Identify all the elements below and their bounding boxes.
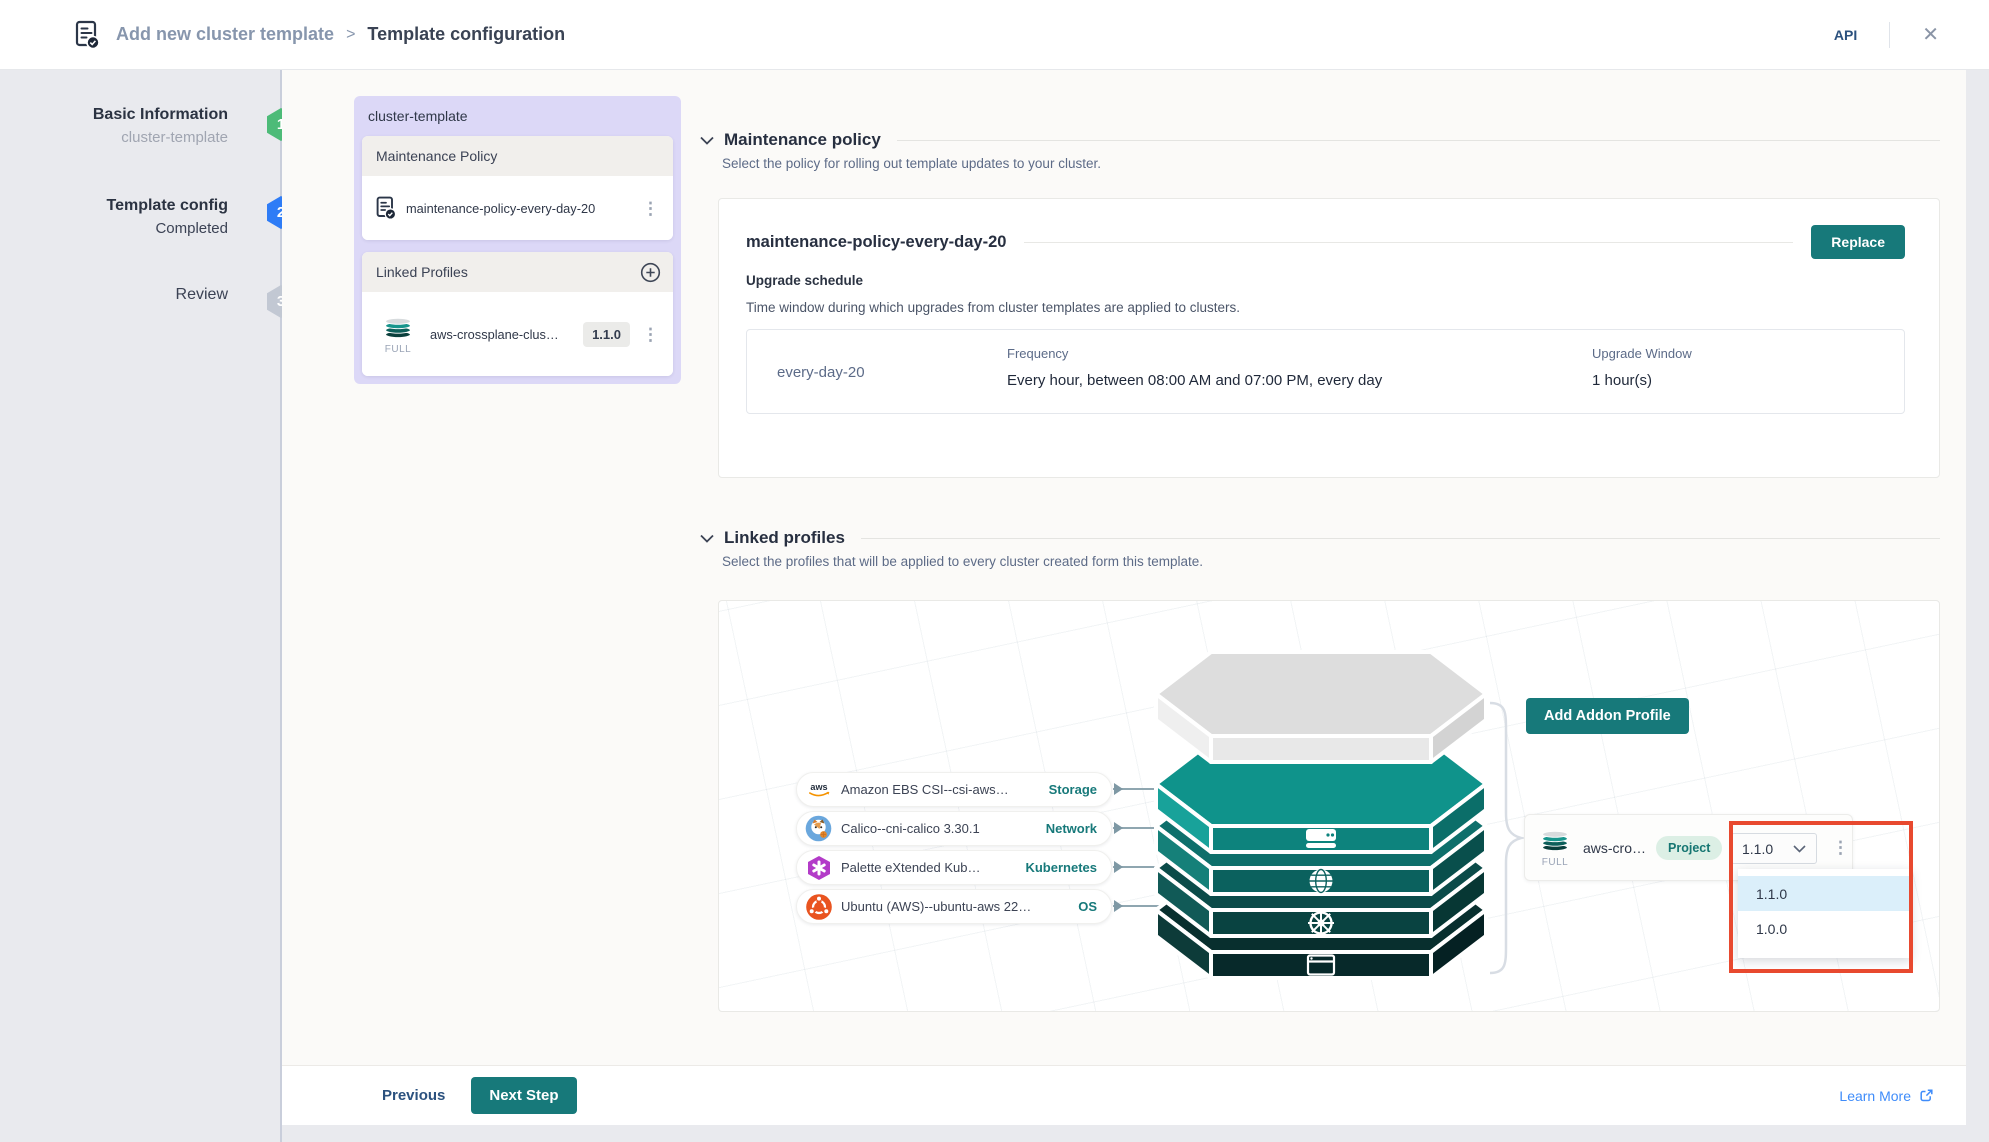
layer-type-tag: OS (1078, 899, 1097, 914)
profile-item-kebab-icon[interactable]: ⋮ (638, 326, 663, 343)
maintenance-policy-section-header: Maintenance policy (700, 130, 1940, 150)
step-subtitle: Completed (107, 220, 229, 237)
calico-logo-icon (805, 815, 832, 842)
profile-layers-icon (383, 314, 413, 341)
version-option[interactable]: 1.0.0 (1738, 911, 1911, 946)
layer-type-tag: Kubernetes (1025, 860, 1097, 875)
upgrade-schedule-heading: Upgrade schedule (746, 273, 863, 288)
group-header-label: Linked Profiles (376, 264, 468, 280)
profile-context-badge: Project (1656, 836, 1722, 860)
policy-rule (1024, 242, 1793, 243)
layer-label: Calico--cni-calico 3.30.1 (841, 821, 1040, 836)
ubuntu-logo-icon (805, 893, 832, 920)
layer-pill-kubernetes[interactable]: Palette eXtended Kub… Kubernetes (796, 850, 1112, 885)
wizard-footer: Previous Next Step Learn More (282, 1065, 1966, 1125)
step-title: Template config (107, 197, 229, 215)
learn-more-label: Learn More (1839, 1088, 1911, 1104)
cluster-template-doc-icon (75, 20, 100, 50)
profile-item-label: aws-crossplane-clus… (430, 327, 575, 342)
group-header-label: Maintenance Policy (376, 148, 497, 164)
breadcrumb-wizard-title[interactable]: Add new cluster template (116, 24, 334, 45)
layer-label: Amazon EBS CSI--csi-aws… (841, 782, 1043, 797)
upgrade-schedule-description: Time window during which upgrades from c… (746, 300, 1240, 315)
previous-button[interactable]: Previous (382, 1087, 445, 1104)
svg-text:aws: aws (810, 782, 827, 792)
upgrade-window-value: 1 hour(s) (1592, 372, 1652, 389)
layer-type-tag: Network (1046, 821, 1097, 836)
frequency-value: Every hour, between 08:00 AM and 07:00 P… (1007, 372, 1382, 389)
header-bar: Add new cluster template > Template conf… (0, 0, 1989, 70)
maintenance-policy-card: maintenance-policy-every-day-20 Replace … (718, 198, 1940, 478)
step-template-config[interactable]: Template config Completed (107, 197, 229, 237)
template-tree-panel: cluster-template Maintenance Policy main… (354, 96, 681, 384)
profile-layers-icon (1540, 827, 1570, 854)
kubernetes-layer-icon (1308, 910, 1334, 936)
stack-brace (1488, 701, 1524, 975)
step-review[interactable]: Review (176, 286, 228, 304)
cluster-stack-diagram (1121, 646, 1521, 986)
step-basic-information[interactable]: Basic Information cluster-template (93, 106, 228, 146)
linked-profiles-group-header: Linked Profiles (362, 252, 673, 292)
wizard-step-rail: Basic Information cluster-template Templ… (0, 70, 282, 1142)
add-profile-plus-icon[interactable] (640, 262, 661, 283)
policy-doc-icon (376, 196, 396, 220)
tree-root-label: cluster-template (368, 108, 673, 124)
external-link-icon (1919, 1088, 1934, 1103)
version-dropdown-menu: 1.1.0 1.0.0 (1738, 869, 1911, 958)
layer-pill-network[interactable]: Calico--cni-calico 3.30.1 Network (796, 811, 1112, 846)
network-layer-icon (1310, 870, 1333, 893)
step-subtitle: cluster-template (93, 129, 228, 146)
palette-xks-logo-icon (805, 854, 832, 881)
linked-profile-item[interactable]: FULL aws-crossplane-clus… 1.1.0 ⋮ (362, 292, 673, 376)
linked-profiles-card: aws Amazon EBS CSI--csi-aws… Storage Cal… (718, 600, 1940, 1012)
layer-pill-storage[interactable]: aws Amazon EBS CSI--csi-aws… Storage (796, 772, 1112, 807)
schedule-name: every-day-20 (777, 330, 865, 415)
learn-more-link[interactable]: Learn More (1839, 1088, 1934, 1104)
section-rule (861, 538, 1940, 539)
version-option[interactable]: 1.1.0 (1738, 876, 1911, 911)
aws-logo-icon: aws (805, 776, 832, 803)
linked-profiles-section-header: Linked profiles (700, 528, 1940, 548)
linked-profiles-section-subtitle: Select the profiles that will be applied… (722, 554, 1203, 569)
breadcrumb-current-step: Template configuration (367, 24, 565, 45)
add-addon-profile-button[interactable]: Add Addon Profile (1526, 698, 1689, 734)
version-dropdown[interactable]: 1.1.0 (1731, 833, 1817, 864)
schedule-row: every-day-20 Frequency Every hour, betwe… (746, 329, 1905, 414)
profile-version-chip: 1.1.0 (583, 322, 630, 347)
maintenance-policy-group-header: Maintenance Policy (362, 136, 673, 176)
selected-version: 1.1.0 (1742, 841, 1773, 857)
profile-scope-label: FULL (385, 344, 411, 355)
frequency-label: Frequency (1007, 346, 1068, 361)
api-link[interactable]: API (1834, 27, 1857, 43)
layer-type-tag: Storage (1049, 782, 1097, 797)
collapse-chevron-icon[interactable] (700, 534, 714, 543)
maintenance-policy-item[interactable]: maintenance-policy-every-day-20 ⋮ (362, 176, 673, 240)
layer-label: Ubuntu (AWS)--ubuntu-aws 22… (841, 899, 1072, 914)
chevron-down-icon (1793, 845, 1806, 853)
replace-button[interactable]: Replace (1811, 225, 1905, 259)
close-icon[interactable]: ✕ (1922, 25, 1939, 45)
policy-name: maintenance-policy-every-day-20 (746, 233, 1006, 252)
policy-item-kebab-icon[interactable]: ⋮ (638, 200, 663, 217)
step-title: Basic Information (93, 106, 228, 124)
header-divider (1889, 22, 1890, 48)
collapse-chevron-icon[interactable] (700, 136, 714, 145)
section-rule (897, 140, 1940, 141)
upgrade-window-label: Upgrade Window (1592, 346, 1692, 361)
maintenance-policy-group: Maintenance Policy maintenance-policy-ev… (362, 136, 673, 240)
attached-profile-name: aws-cro… (1583, 840, 1646, 856)
section-title: Maintenance policy (724, 130, 881, 150)
attached-profile-kebab-icon[interactable]: ⋮ (1828, 839, 1853, 856)
profile-scope-label: FULL (1542, 857, 1568, 868)
section-title: Linked profiles (724, 528, 845, 548)
layer-label: Palette eXtended Kub… (841, 860, 1019, 875)
linked-profiles-group: Linked Profiles FULL (362, 252, 673, 376)
next-step-button[interactable]: Next Step (471, 1077, 576, 1114)
policy-item-label: maintenance-policy-every-day-20 (406, 201, 638, 216)
storage-layer-icon (1306, 829, 1336, 848)
layer-pill-os[interactable]: Ubuntu (AWS)--ubuntu-aws 22… OS (796, 889, 1112, 924)
breadcrumb-separator: > (346, 26, 355, 44)
step-title: Review (176, 286, 228, 304)
maintenance-policy-section-subtitle: Select the policy for rolling out templa… (722, 156, 1101, 171)
